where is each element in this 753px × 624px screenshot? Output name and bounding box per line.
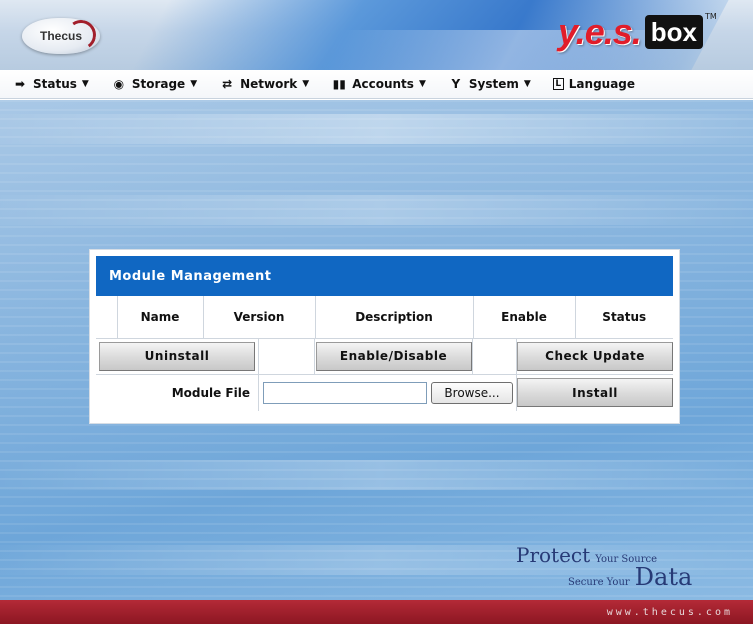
network-icon: ⇄ — [222, 77, 233, 91]
chevron-down-icon: ▼ — [302, 79, 310, 89]
background-streak — [0, 114, 753, 144]
enable-disable-cell: Enable/Disable — [314, 338, 472, 374]
check-update-cell: Check Update — [516, 338, 673, 374]
module-file-row: Module File Browse... Install — [96, 374, 673, 411]
panel-title: Module Management — [96, 256, 673, 296]
module-action-row: Uninstall Enable/Disable Check Update — [96, 338, 673, 375]
menu-status[interactable]: ➡ Status ▼ — [12, 77, 89, 91]
uninstall-button[interactable]: Uninstall — [99, 341, 255, 371]
browse-button[interactable]: Browse... — [431, 381, 513, 404]
install-cell: Install — [516, 374, 673, 411]
module-file-input[interactable] — [263, 381, 427, 404]
column-header-select — [96, 296, 117, 339]
background-streak — [0, 460, 753, 490]
module-file-label: Module File — [171, 385, 250, 400]
slogan-data: Data — [634, 563, 693, 591]
menu-storage[interactable]: ◉ Storage ▼ — [111, 77, 198, 91]
chevron-down-icon: ▼ — [418, 79, 426, 89]
header-banner: Thecus y.e.s. box TM — [0, 0, 753, 70]
module-management-panel: Module Management Name Version Descripti… — [89, 249, 680, 424]
storage-icon: ◉ — [113, 77, 125, 91]
column-header-status: Status — [574, 296, 673, 339]
menu-system-label: System — [468, 77, 519, 91]
main-menu-bar: ➡ Status ▼ ◉ Storage ▼ ⇄ Network ▼ ▮▮ Ac… — [0, 70, 753, 99]
menu-accounts[interactable]: ▮▮ Accounts ▼ — [331, 77, 426, 91]
thecus-logo-ring — [63, 17, 99, 53]
check-update-button[interactable]: Check Update — [517, 341, 673, 371]
menu-storage-label: Storage — [131, 77, 186, 91]
trademark-text: TM — [704, 12, 717, 21]
footer-bar: www.thecus.com — [0, 600, 753, 624]
column-header-name: Name — [116, 296, 203, 339]
column-header-description: Description — [314, 296, 473, 339]
menu-system[interactable]: Y System ▼ — [448, 77, 531, 91]
module-table: Name Version Description Enable Status — [96, 296, 673, 339]
menu-language-label: Language — [568, 77, 636, 91]
box-logo-text: box — [644, 15, 703, 49]
language-icon: L — [552, 78, 564, 90]
menu-accounts-label: Accounts — [352, 77, 414, 91]
module-table-header: Name Version Description Enable Status — [96, 296, 673, 339]
column-header-version: Version — [202, 296, 315, 339]
menu-network[interactable]: ⇄ Network ▼ — [219, 77, 309, 91]
uninstall-cell: Uninstall — [96, 339, 258, 374]
spacer-cell — [472, 338, 516, 374]
chevron-down-icon: ▼ — [190, 79, 198, 89]
enable-disable-button[interactable]: Enable/Disable — [315, 341, 472, 371]
system-icon: Y — [451, 77, 461, 91]
install-button[interactable]: Install — [517, 378, 673, 407]
module-file-picker: Browse... — [258, 374, 516, 411]
chevron-down-icon: ▼ — [523, 79, 531, 89]
slogan-secure-your: Secure Your — [568, 577, 630, 588]
yes-box-logo: y.e.s. box TM — [558, 11, 717, 52]
chevron-down-icon: ▼ — [81, 79, 89, 89]
status-icon: ➡ — [14, 77, 26, 91]
spacer-cell — [258, 338, 314, 374]
background-streak — [0, 195, 753, 225]
menu-network-label: Network — [240, 77, 298, 91]
protect-slogan: Protect Your Source Secure Your Data — [516, 543, 692, 591]
menu-language[interactable]: L Language — [552, 77, 636, 91]
accounts-icon: ▮▮ — [332, 77, 346, 91]
column-header-enable: Enable — [472, 296, 575, 339]
footer-url: www.thecus.com — [606, 606, 733, 618]
thecus-logo: Thecus — [22, 17, 100, 54]
menu-status-label: Status — [33, 77, 77, 91]
yes-logo-text: y.e.s. — [558, 11, 642, 52]
